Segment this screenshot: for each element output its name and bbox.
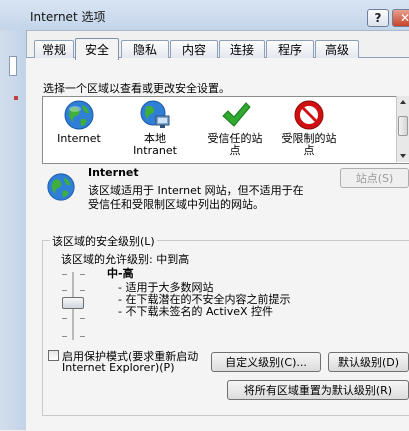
scroll-up-arrow-icon[interactable]	[400, 100, 406, 104]
slider-tick	[80, 290, 85, 291]
slider-tick	[80, 318, 85, 319]
tab-advanced[interactable]: 高级	[315, 40, 359, 58]
zone-label: Internet	[57, 132, 101, 145]
background-window-frame	[0, 30, 27, 430]
protected-mode-label-line2[interactable]: Internet Explorer)(P)	[62, 361, 174, 374]
check-icon	[222, 102, 251, 127]
scroll-thumb[interactable]	[398, 116, 408, 136]
security-level-name: 中-高	[107, 267, 134, 280]
no-entry-icon	[294, 100, 324, 130]
description-line: 受信任和受限制区域中列出的网站。	[88, 198, 264, 211]
tab-privacy[interactable]: 隐私	[121, 40, 169, 58]
frame-handle	[9, 56, 17, 76]
frame-marker	[14, 96, 18, 100]
selected-zone-description: 该区域适用于 Internet 网站，但不适用于在 受信任和受限制区域中列出的网…	[88, 184, 348, 212]
zone-instruction: 选择一个区域以查看或更改安全设置。	[43, 82, 230, 95]
slider-tick	[62, 274, 67, 275]
selected-zone-title: Internet	[88, 166, 139, 179]
sites-button[interactable]: 站点(S)	[340, 168, 409, 188]
zone-label-line2: 点	[229, 144, 241, 157]
tab-security[interactable]: 安全	[75, 38, 119, 60]
custom-level-button[interactable]: 自定义级别(C)...	[211, 352, 321, 372]
window-title: Internet 选项	[30, 10, 106, 24]
globe-icon	[47, 173, 75, 201]
description-line: 该区域适用于 Internet 网站，但不适用于在	[88, 184, 304, 197]
slider-tick	[80, 274, 85, 275]
intranet-icon	[140, 100, 170, 128]
zone-restricted-sites[interactable]: 受限制的站 点	[273, 99, 345, 157]
zone-label-line2: Intranet	[133, 144, 177, 157]
tab-content[interactable]: 内容	[170, 40, 218, 58]
slider-tick	[80, 336, 85, 337]
default-level-button[interactable]: 默认级别(D)	[328, 352, 409, 372]
security-level-description: - 适用于大多数网站 - 在下载潜在的不安全内容之前提示 - 不下载未签名的 A…	[118, 282, 290, 318]
close-button[interactable]: ✕	[392, 9, 409, 27]
tab-general[interactable]: 常规	[34, 40, 74, 58]
globe-icon	[64, 100, 94, 130]
security-level-group-label: 该区域的安全级别(L)	[50, 233, 157, 249]
zone-label-line2: 点	[303, 144, 315, 157]
zone-trusted-sites[interactable]: 受信任的站 点	[199, 99, 271, 157]
slider-tick	[62, 318, 67, 319]
help-button[interactable]: ?	[367, 9, 389, 27]
scroll-down-arrow-icon[interactable]	[400, 154, 406, 158]
zone-internet[interactable]: Internet	[49, 99, 109, 145]
protected-mode-checkbox[interactable]	[48, 350, 59, 361]
level-bullet: - 不下载未签名的 ActiveX 控件	[118, 305, 274, 318]
title-bar[interactable]: Internet 选项 ? ✕	[0, 0, 409, 31]
zone-local-intranet[interactable]: 本地 Intranet	[123, 99, 187, 157]
tab-connections[interactable]: 连接	[219, 40, 265, 58]
zone-list-scrollbar[interactable]	[396, 96, 409, 162]
tab-programs[interactable]: 程序	[266, 40, 314, 58]
slider-tick	[62, 336, 67, 337]
slider-tick	[62, 290, 67, 291]
reset-all-zones-button[interactable]: 将所有区域重置为默认级别(R)	[227, 380, 409, 400]
zone-list[interactable]: Internet 本地 Intranet 受信任的站 点 受限制的站 点	[42, 96, 409, 164]
security-slider-thumb[interactable]	[62, 297, 84, 309]
